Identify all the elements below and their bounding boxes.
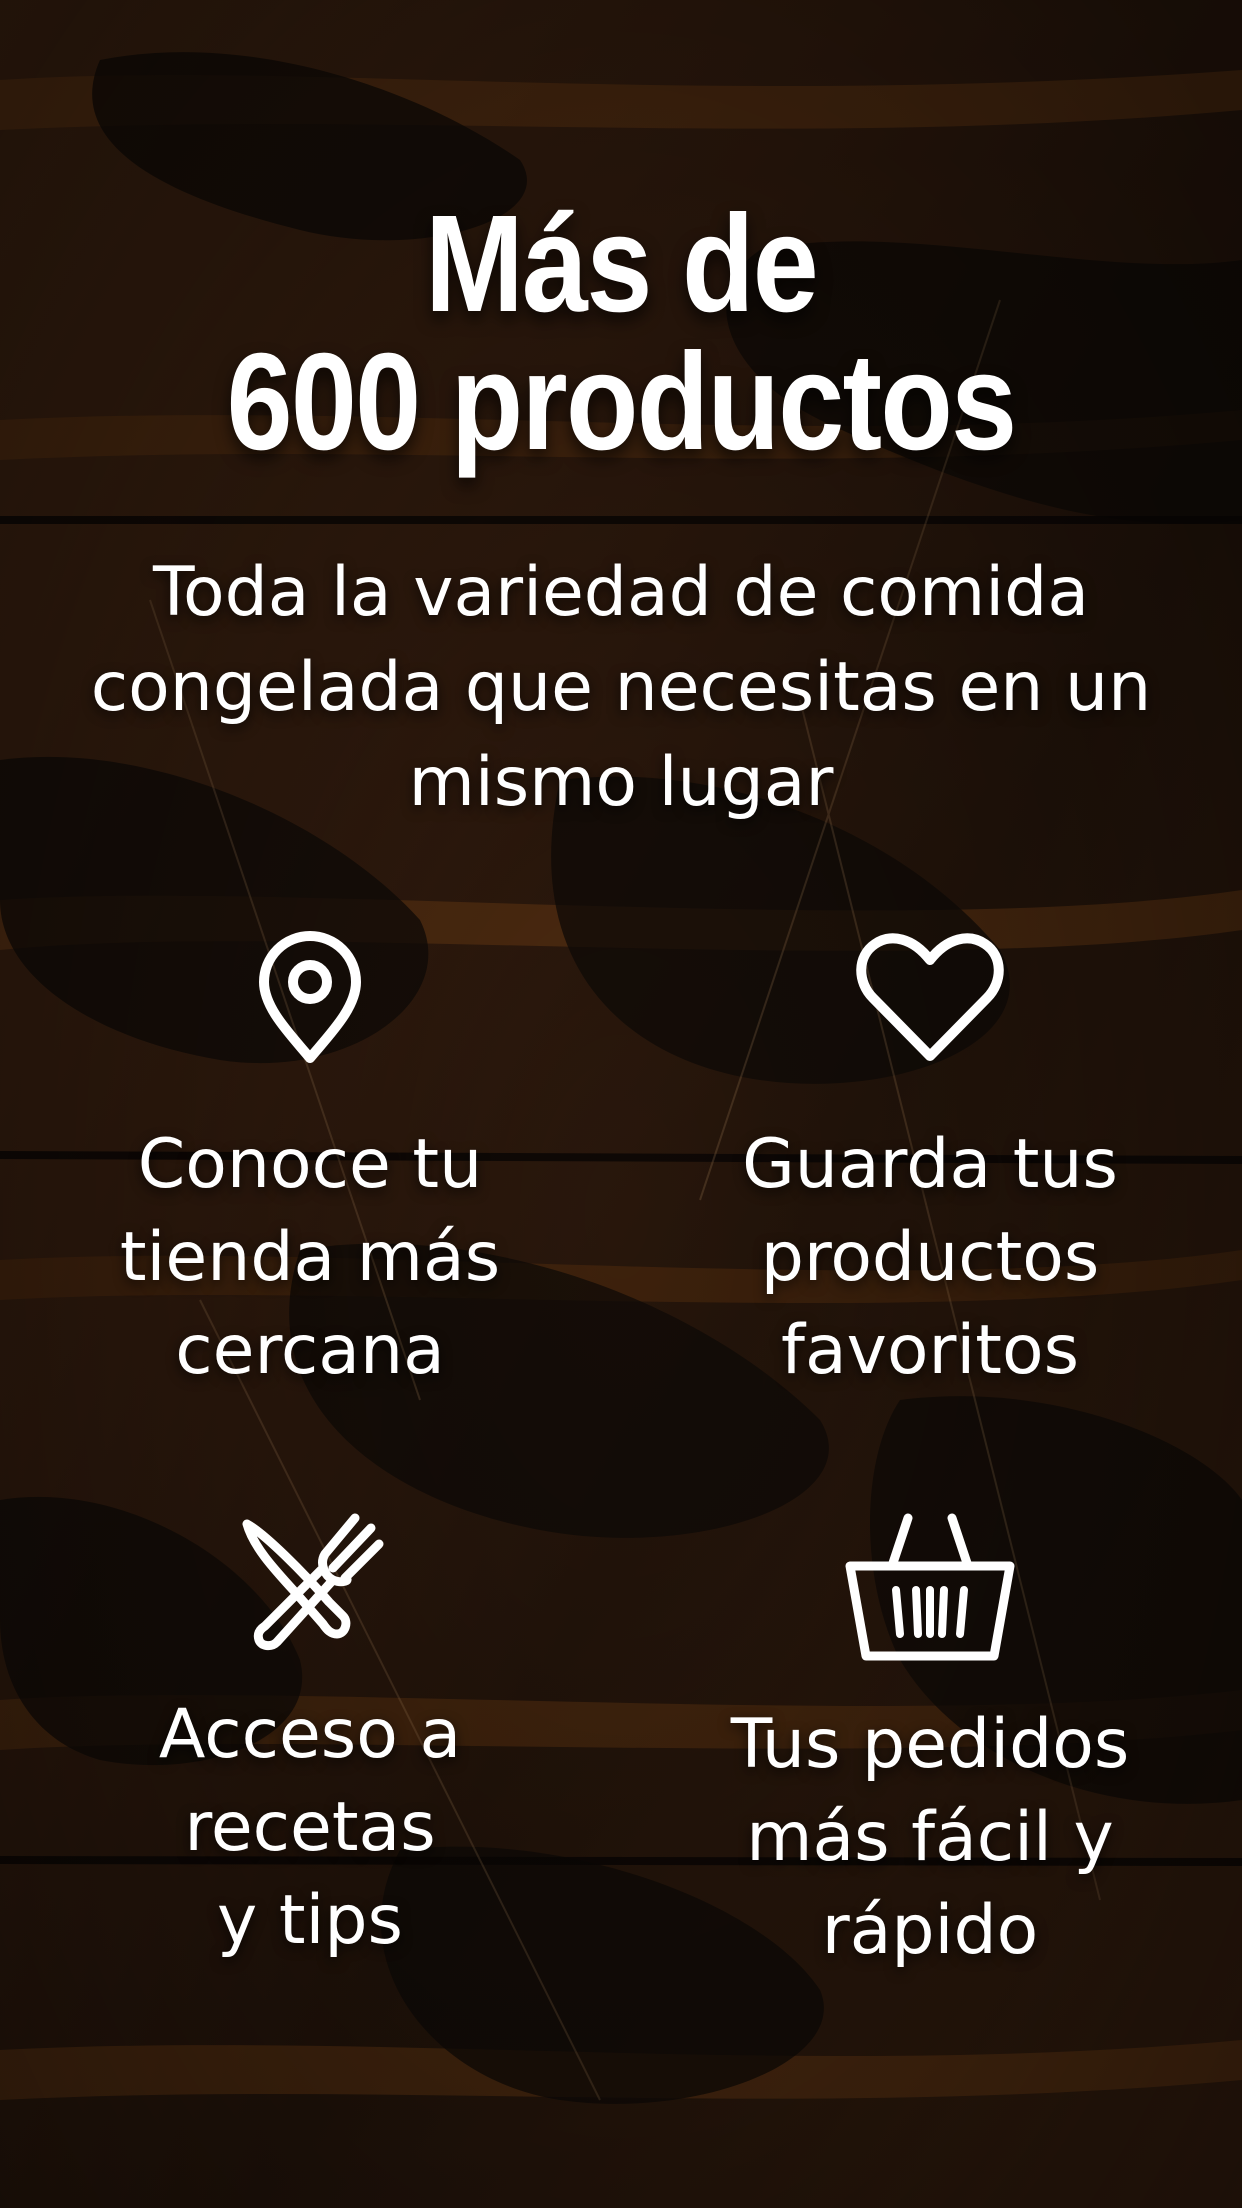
feature-label: Conoce tu tienda más cercana (119, 1125, 501, 1390)
feature-label: Tus pedidos más fácil y rápido (730, 1705, 1130, 1970)
basket-icon (845, 1513, 1015, 1661)
headline-line-2: 600 productos (226, 325, 1018, 479)
location-pin-icon (259, 931, 361, 1063)
headline-line-1: Más de (424, 187, 819, 341)
heart-icon (856, 933, 1004, 1061)
feature-recipes: Acceso a recetas y tips (50, 1510, 570, 1967)
feature-favorites: Guarda tus productos favoritos (670, 930, 1190, 1397)
knife-fork-icon (242, 1513, 384, 1651)
headline: Más de 600 productos (87, 195, 1155, 471)
feature-nearest-store: Conoce tu tienda más cercana (50, 930, 570, 1397)
feature-label: Guarda tus productos favoritos (742, 1125, 1118, 1390)
subtitle: Toda la variedad de comida congelada que… (90, 553, 1152, 822)
feature-label: Acceso a recetas y tips (158, 1695, 462, 1960)
content: Más de 600 productos Toda la variedad de… (0, 0, 1242, 2208)
feature-easy-orders: Tus pedidos más fácil y rápido (670, 1510, 1190, 1977)
